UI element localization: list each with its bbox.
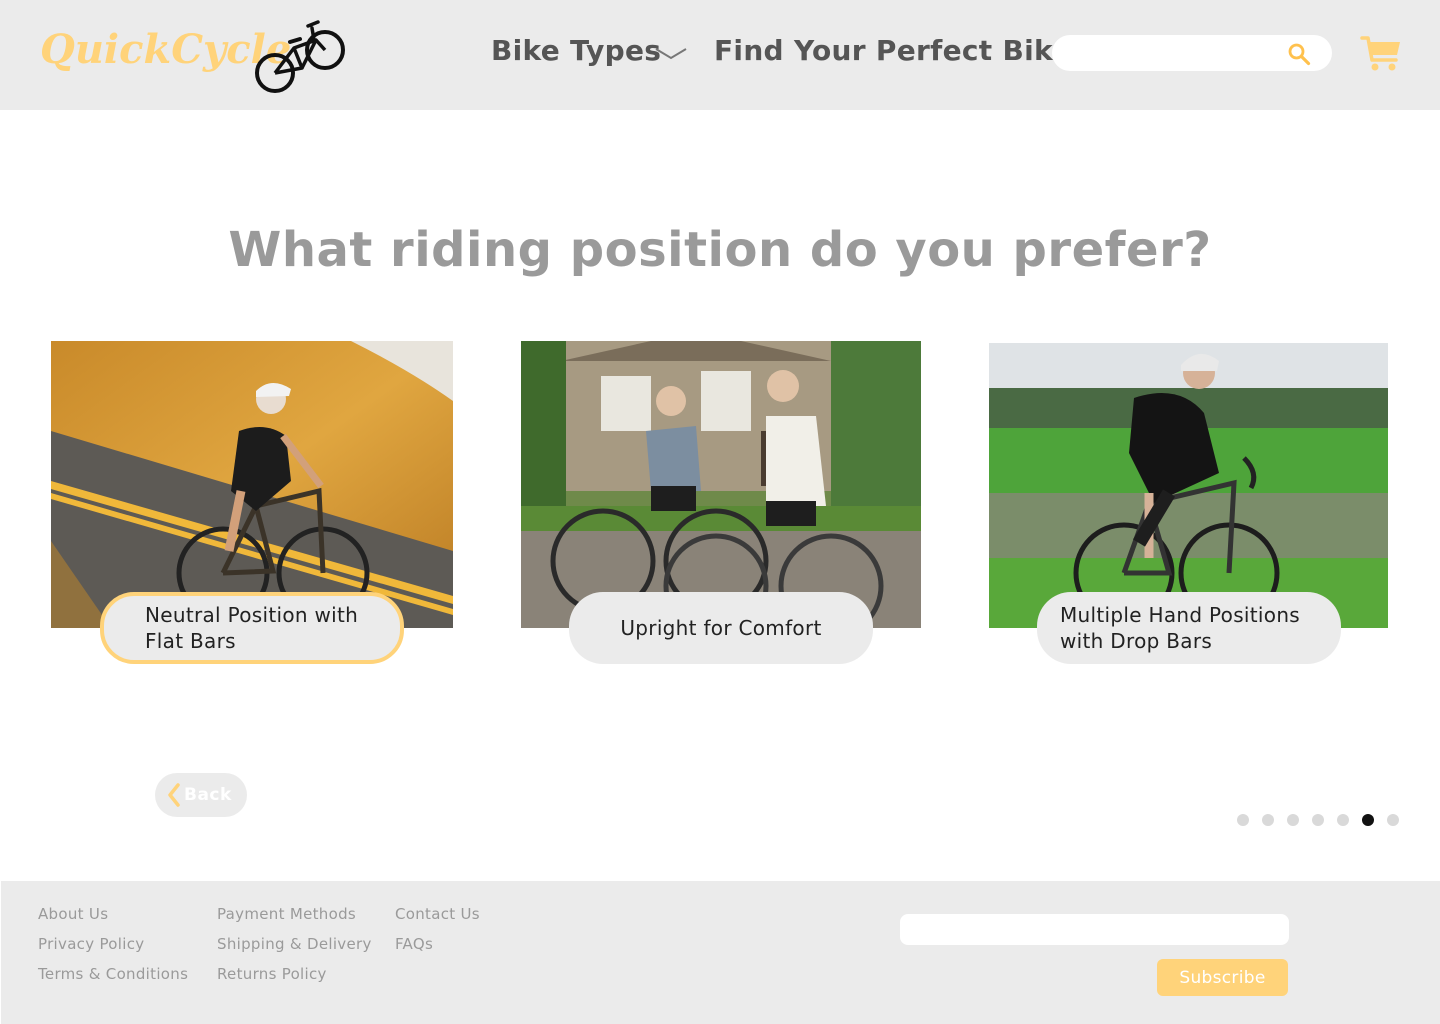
footer-link-privacy[interactable]: Privacy Policy — [38, 935, 144, 953]
cart-icon[interactable] — [1360, 34, 1402, 72]
option-label: Neutral Position with Flat Bars — [145, 603, 359, 653]
footer-link-returns[interactable]: Returns Policy — [217, 965, 327, 983]
subscribe-button[interactable]: Subscribe — [1157, 959, 1288, 996]
option-neutral-flat-bars[interactable]: Neutral Position with Flat Bars — [100, 592, 404, 664]
option-drop-bars[interactable]: Multiple Hand Positions with Drop Bars — [1037, 592, 1341, 664]
progress-dot[interactable] — [1387, 814, 1399, 826]
option-image-neutral[interactable] — [51, 341, 453, 628]
search-icon[interactable] — [1287, 42, 1311, 66]
progress-dots — [1237, 814, 1412, 826]
footer-link-terms[interactable]: Terms & Conditions — [38, 965, 188, 983]
option-label: Multiple Hand Positions with Drop Bars — [1060, 603, 1301, 653]
option-label: Upright for Comfort — [620, 616, 822, 640]
nav-find-perfect-bike[interactable]: Find Your Perfect Bike — [714, 34, 1072, 67]
progress-dot-active[interactable] — [1362, 814, 1374, 826]
progress-dot[interactable] — [1262, 814, 1274, 826]
back-label: Back — [184, 785, 232, 805]
footer-link-shipping[interactable]: Shipping & Delivery — [217, 935, 372, 953]
footer-link-about[interactable]: About Us — [38, 905, 108, 923]
footer-link-payment[interactable]: Payment Methods — [217, 905, 356, 923]
footer-link-contact[interactable]: Contact Us — [395, 905, 480, 923]
option-upright-comfort[interactable]: Upright for Comfort — [569, 592, 873, 664]
footer-link-faqs[interactable]: FAQs — [395, 935, 433, 953]
nav-bike-types[interactable]: Bike Types — [491, 34, 661, 67]
option-image-drop-bars[interactable] — [989, 343, 1388, 628]
progress-dot[interactable] — [1237, 814, 1249, 826]
progress-dot[interactable] — [1312, 814, 1324, 826]
progress-dot[interactable] — [1337, 814, 1349, 826]
chevron-down-icon[interactable] — [655, 46, 687, 62]
progress-dot[interactable] — [1287, 814, 1299, 826]
chevron-left-icon — [168, 783, 180, 807]
bicycle-logo-icon — [255, 20, 345, 93]
newsletter-email-input[interactable] — [900, 914, 1289, 945]
option-image-upright[interactable] — [521, 341, 921, 628]
back-button[interactable]: Back — [155, 773, 247, 817]
question-title: What riding position do you prefer? — [228, 222, 1212, 278]
